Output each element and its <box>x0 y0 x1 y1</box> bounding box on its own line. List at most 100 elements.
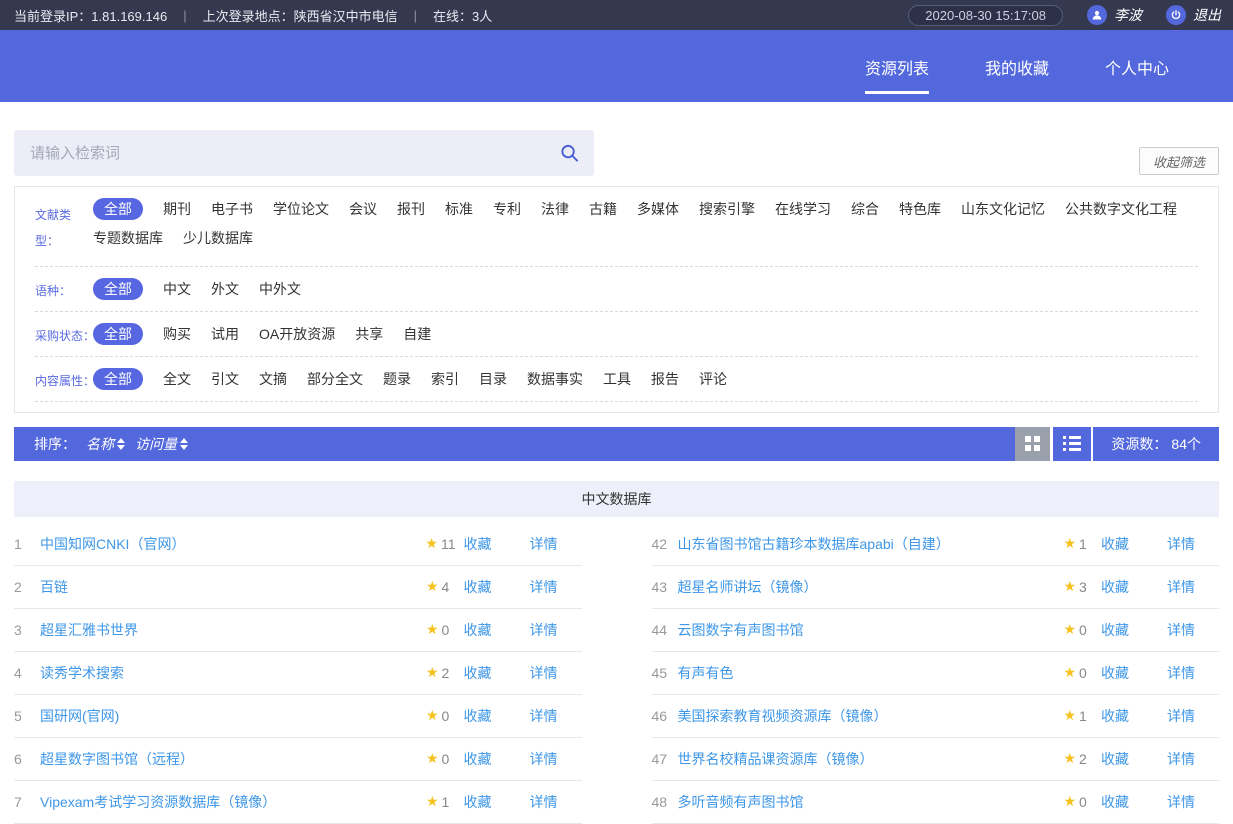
resource-link[interactable]: 山东省图书馆古籍珍本数据库apabi（自建） <box>678 534 1064 554</box>
resource-link[interactable]: 超星汇雅书世界 <box>40 620 426 640</box>
favorite-count: 0 <box>442 751 456 767</box>
filter-option-selected[interactable]: 全部 <box>93 368 143 390</box>
resource-link[interactable]: 百链 <box>40 577 426 597</box>
filter-option[interactable]: 综合 <box>851 198 879 220</box>
sort-by-2[interactable]: 访问量 <box>135 434 188 454</box>
filter-option[interactable]: 多媒体 <box>637 198 679 220</box>
filter-option[interactable]: 少儿数据库 <box>183 227 253 249</box>
favorite-button[interactable]: 收藏 <box>1101 534 1129 554</box>
list-view-button[interactable] <box>1053 427 1091 461</box>
nav-tab-1[interactable]: 资源列表 <box>865 55 929 94</box>
favorite-button[interactable]: 收藏 <box>464 577 492 597</box>
detail-link[interactable]: 详情 <box>1167 620 1195 640</box>
detail-link[interactable]: 详情 <box>530 663 558 683</box>
filter-option[interactable]: 工具 <box>603 368 631 390</box>
collapse-filter-button[interactable]: 收起筛选 <box>1139 147 1219 175</box>
filter-option[interactable]: 中文 <box>163 278 191 300</box>
filter-option[interactable]: 题录 <box>383 368 411 390</box>
detail-link[interactable]: 详情 <box>1167 792 1195 812</box>
resource-link[interactable]: 有声有色 <box>678 663 1064 683</box>
resource-link[interactable]: 云图数字有声图书馆 <box>678 620 1064 640</box>
filter-option-selected[interactable]: 全部 <box>93 323 143 345</box>
filter-option[interactable]: 目录 <box>479 368 507 390</box>
filter-option[interactable]: 在线学习 <box>775 198 831 220</box>
filter-option[interactable]: 文摘 <box>259 368 287 390</box>
favorite-button[interactable]: 收藏 <box>464 534 492 554</box>
resource-link[interactable]: 多听音频有声图书馆 <box>678 792 1064 812</box>
nav-tab-2[interactable]: 我的收藏 <box>985 55 1049 94</box>
resource-link[interactable]: Vipexam考试学习资源数据库（镜像） <box>40 792 426 812</box>
grid-view-button[interactable] <box>1015 427 1053 461</box>
detail-link[interactable]: 详情 <box>530 749 558 769</box>
filter-option[interactable]: 专题数据库 <box>93 227 163 249</box>
detail-link[interactable]: 详情 <box>530 534 558 554</box>
logout-button[interactable]: 退出 <box>1166 5 1221 25</box>
filter-option[interactable]: 部分全文 <box>307 368 363 390</box>
favorite-button[interactable]: 收藏 <box>1101 706 1129 726</box>
favorite-button[interactable]: 收藏 <box>1101 749 1129 769</box>
detail-link[interactable]: 详情 <box>1167 577 1195 597</box>
filter-option[interactable]: 特色库 <box>899 198 941 220</box>
filter-option[interactable]: 引文 <box>211 368 239 390</box>
filter-option[interactable]: 索引 <box>431 368 459 390</box>
filter-option[interactable]: 电子书 <box>211 198 253 220</box>
detail-link[interactable]: 详情 <box>530 577 558 597</box>
resource-link[interactable]: 中国知网CNKI（官网） <box>40 534 425 554</box>
filter-option[interactable]: 搜索引擎 <box>699 198 755 220</box>
filter-option[interactable]: 专利 <box>493 198 521 220</box>
filter-option[interactable]: 外文 <box>211 278 239 300</box>
list-item: 46美国探索教育视频资源库（镜像）★1收藏详情 <box>652 695 1220 738</box>
favorite-button[interactable]: 收藏 <box>464 749 492 769</box>
detail-link[interactable]: 详情 <box>1167 749 1195 769</box>
filter-option[interactable]: 试用 <box>211 323 239 345</box>
filter-option[interactable]: 公共数字文化工程 <box>1065 198 1177 220</box>
filter-option[interactable]: 自建 <box>403 323 431 345</box>
resource-link[interactable]: 美国探索教育视频资源库（镜像） <box>678 706 1064 726</box>
resource-link[interactable]: 世界名校精品课资源库（镜像） <box>678 749 1064 769</box>
filter-option[interactable]: 报告 <box>651 368 679 390</box>
detail-link[interactable]: 详情 <box>530 706 558 726</box>
filter-option[interactable]: 全文 <box>163 368 191 390</box>
search-icon[interactable] <box>560 144 579 163</box>
filter-option[interactable]: 山东文化记忆 <box>961 198 1045 220</box>
filter-option-selected[interactable]: 全部 <box>93 198 143 220</box>
resource-link[interactable]: 读秀学术搜索 <box>40 663 426 683</box>
filter-option[interactable]: 评论 <box>699 368 727 390</box>
search-input[interactable] <box>14 130 594 176</box>
filter-option[interactable]: 古籍 <box>589 198 617 220</box>
filter-option[interactable]: 报刊 <box>397 198 425 220</box>
filter-option[interactable]: 法律 <box>541 198 569 220</box>
sort-controls: 排序： 名称访问量 <box>14 427 188 461</box>
user-menu[interactable]: 李波 <box>1087 5 1142 25</box>
favorite-button[interactable]: 收藏 <box>464 792 492 812</box>
favorite-button[interactable]: 收藏 <box>464 706 492 726</box>
detail-link[interactable]: 详情 <box>1167 706 1195 726</box>
favorite-button[interactable]: 收藏 <box>1101 792 1129 812</box>
filter-option[interactable]: OA开放资源 <box>259 323 335 345</box>
favorite-button[interactable]: 收藏 <box>464 620 492 640</box>
favorite-button[interactable]: 收藏 <box>1101 663 1129 683</box>
detail-link[interactable]: 详情 <box>530 792 558 812</box>
filter-option[interactable]: 期刊 <box>163 198 191 220</box>
filter-option[interactable]: 购买 <box>163 323 191 345</box>
resource-link[interactable]: 国研网(官网) <box>40 706 426 726</box>
filter-option[interactable]: 共享 <box>355 323 383 345</box>
filter-option[interactable]: 数据事实 <box>527 368 583 390</box>
favorite-button[interactable]: 收藏 <box>1101 620 1129 640</box>
sort-by-1[interactable]: 名称 <box>86 434 125 454</box>
filter-option[interactable]: 中外文 <box>259 278 301 300</box>
filter-option[interactable]: 会议 <box>349 198 377 220</box>
filter-option[interactable]: 标准 <box>445 198 473 220</box>
favorite-button[interactable]: 收藏 <box>464 663 492 683</box>
favorite-button[interactable]: 收藏 <box>1101 577 1129 597</box>
star-icon: ★ <box>1063 793 1076 810</box>
filter-option[interactable]: 学位论文 <box>273 198 329 220</box>
resource-link[interactable]: 超星名师讲坛（镜像） <box>678 577 1064 597</box>
detail-link[interactable]: 详情 <box>530 620 558 640</box>
search-box[interactable] <box>14 130 594 176</box>
detail-link[interactable]: 详情 <box>1167 663 1195 683</box>
nav-tab-3[interactable]: 个人中心 <box>1105 55 1169 94</box>
resource-link[interactable]: 超星数字图书馆（远程） <box>40 749 426 769</box>
detail-link[interactable]: 详情 <box>1167 534 1195 554</box>
filter-option-selected[interactable]: 全部 <box>93 278 143 300</box>
